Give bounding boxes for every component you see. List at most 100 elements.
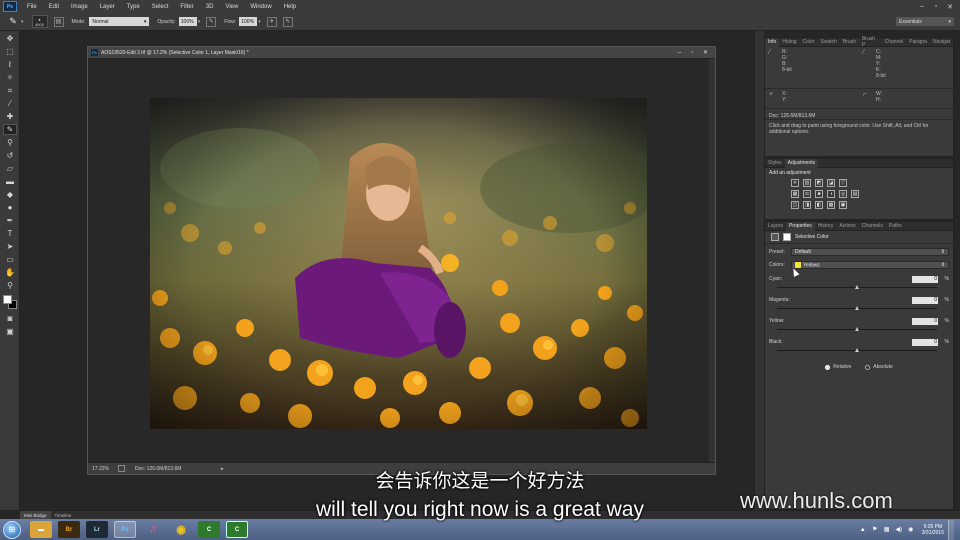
maximize-icon[interactable]: ▫ — [687, 49, 698, 57]
menu-edit[interactable]: Edit — [43, 4, 65, 10]
screen-mode-icon[interactable]: ▣ — [3, 326, 17, 337]
tab-brush[interactable]: Brush — [840, 38, 859, 47]
blur-tool-icon[interactable]: ◆ — [3, 189, 17, 200]
hand-tool-icon[interactable]: ✋ — [3, 267, 17, 278]
eraser-tool-icon[interactable]: ▱ — [3, 163, 17, 174]
document-titlebar[interactable]: Ps AOS19520-Edit 2.tif @ 17.2% (Selectiv… — [88, 47, 715, 59]
taskbar-bridge[interactable]: Br — [58, 521, 80, 538]
color-lookup-icon[interactable]: ▤ — [851, 190, 859, 198]
dodge-tool-icon[interactable]: ● — [3, 202, 17, 213]
menu-3d[interactable]: 3D — [200, 4, 220, 10]
magenta-value-input[interactable]: 0 — [912, 296, 938, 304]
lasso-tool-icon[interactable]: ℓ — [3, 59, 17, 70]
type-tool-icon[interactable]: T — [3, 228, 17, 239]
menu-help[interactable]: Help — [278, 4, 302, 10]
cyan-thumb[interactable] — [855, 285, 859, 289]
pressure-opacity-icon[interactable]: ✎ — [206, 16, 217, 27]
brush-tool-icon[interactable]: ✎ — [3, 124, 17, 135]
tool-preset-caret-icon[interactable]: ▾ — [21, 19, 24, 25]
tab-history[interactable]: History — [815, 222, 837, 231]
menu-view[interactable]: View — [219, 4, 244, 10]
taskbar-itunes[interactable]: ♫ — [142, 521, 164, 538]
gradient-map-icon[interactable]: ▩ — [827, 201, 835, 209]
tab-histogram[interactable]: Histog — [779, 38, 799, 47]
collapsed-panel-dock[interactable] — [754, 31, 764, 510]
recorder-tray-icon[interactable]: ◉ — [907, 526, 915, 534]
yellow-track[interactable] — [777, 327, 937, 333]
opacity-caret-icon[interactable]: ▾ — [198, 19, 201, 25]
minimize-icon[interactable]: – — [674, 49, 685, 57]
cyan-track[interactable] — [777, 285, 937, 291]
document-vertical-scrollbar[interactable] — [709, 59, 715, 462]
mode-select[interactable]: Normal ▾ — [89, 17, 150, 26]
quick-select-tool-icon[interactable]: ✧ — [3, 72, 17, 83]
relative-radio[interactable]: Relative — [825, 364, 851, 370]
flow-input[interactable]: 100% — [239, 17, 258, 26]
preset-select[interactable]: Default ⇕ — [791, 248, 949, 256]
taskbar-photoshop[interactable]: Ps — [114, 521, 136, 538]
tab-actions[interactable]: Actions — [836, 222, 858, 231]
flag-icon[interactable]: ⚑ — [871, 526, 879, 534]
invert-icon[interactable]: ◫ — [791, 201, 799, 209]
tab-brush-presets[interactable]: Brush P — [859, 36, 882, 48]
colors-select[interactable]: Yellows ⇕ — [791, 261, 949, 269]
magenta-track[interactable] — [777, 306, 937, 312]
path-select-tool-icon[interactable]: ➤ — [3, 241, 17, 252]
menu-select[interactable]: Select — [146, 4, 175, 10]
workspace-switcher[interactable]: Essentials ▾ — [896, 17, 954, 26]
move-tool-icon[interactable]: ✥ — [3, 33, 17, 44]
close-icon[interactable]: ✕ — [700, 49, 711, 57]
pressure-size-icon[interactable]: ✎ — [282, 16, 293, 27]
selective-color-icon[interactable]: ▣ — [839, 201, 847, 209]
tab-adjustments[interactable]: Adjustments — [784, 158, 819, 168]
tab-styles[interactable]: Styles — [765, 159, 785, 168]
levels-icon[interactable]: ▥ — [803, 179, 811, 187]
yellow-value-input[interactable]: 0 — [912, 317, 938, 325]
vibrance-icon[interactable]: ▽ — [839, 179, 847, 187]
yellow-thumb[interactable] — [855, 327, 859, 331]
spot-heal-tool-icon[interactable]: ✚ — [3, 111, 17, 122]
clone-stamp-tool-icon[interactable]: ⚲ — [3, 137, 17, 148]
crop-tool-icon[interactable]: ⌗ — [3, 85, 17, 96]
brush-preset-picker[interactable]: ● 4000 — [31, 15, 48, 28]
menu-image[interactable]: Image — [65, 4, 94, 10]
minimize-icon[interactable]: – — [916, 2, 928, 11]
show-desktop-button[interactable] — [948, 519, 954, 540]
taskbar-lightroom[interactable]: Lr — [86, 521, 108, 538]
shape-tool-icon[interactable]: ▭ — [3, 254, 17, 265]
photo-filter-icon[interactable]: ◑ — [827, 190, 835, 198]
tab-paragraph[interactable]: Paragra — [906, 38, 930, 47]
tab-swatches[interactable]: Swatch — [817, 38, 839, 47]
curves-icon[interactable]: ◩ — [815, 179, 823, 187]
black-track[interactable] — [777, 348, 937, 354]
menu-file[interactable]: File — [21, 4, 43, 10]
taskbar-chrome[interactable]: ◉ — [170, 521, 192, 538]
flow-caret-icon[interactable]: ▾ — [258, 19, 261, 25]
foreground-color-swatch[interactable] — [3, 295, 12, 304]
tab-properties[interactable]: Properties — [786, 221, 815, 231]
history-brush-tool-icon[interactable]: ↺ — [3, 150, 17, 161]
airbrush-icon[interactable]: ✈ — [266, 16, 277, 27]
gradient-tool-icon[interactable]: ▬ — [3, 176, 17, 187]
black-white-icon[interactable]: ■ — [815, 190, 823, 198]
exposure-icon[interactable]: ◪ — [827, 179, 835, 187]
tab-channel[interactable]: Channel — [882, 38, 907, 47]
brush-panel-toggle-icon[interactable]: ▤ — [53, 16, 64, 27]
color-balance-icon[interactable]: ⚖ — [803, 190, 811, 198]
show-hidden-icons-icon[interactable]: ▲ — [859, 526, 867, 534]
layer-mask-icon[interactable] — [783, 233, 791, 241]
menu-window[interactable]: Window — [244, 4, 277, 10]
color-swatches[interactable] — [3, 295, 17, 309]
hue-saturation-icon[interactable]: ▦ — [791, 190, 799, 198]
close-icon[interactable]: ✕ — [944, 2, 956, 11]
zoom-tool-icon[interactable]: ⚲ — [3, 280, 17, 291]
brush-tool-icon[interactable]: ✎ — [6, 16, 20, 28]
tab-navigator[interactable]: Navigat — [930, 38, 953, 47]
tab-paths[interactable]: Paths — [886, 222, 905, 231]
document-photo[interactable] — [150, 98, 647, 429]
black-value-input[interactable]: 0 — [912, 338, 938, 346]
quick-mask-icon[interactable]: ◙ — [3, 313, 17, 324]
brightness-contrast-icon[interactable]: ☀ — [791, 179, 799, 187]
black-thumb[interactable] — [855, 348, 859, 352]
posterize-icon[interactable]: ◨ — [803, 201, 811, 209]
